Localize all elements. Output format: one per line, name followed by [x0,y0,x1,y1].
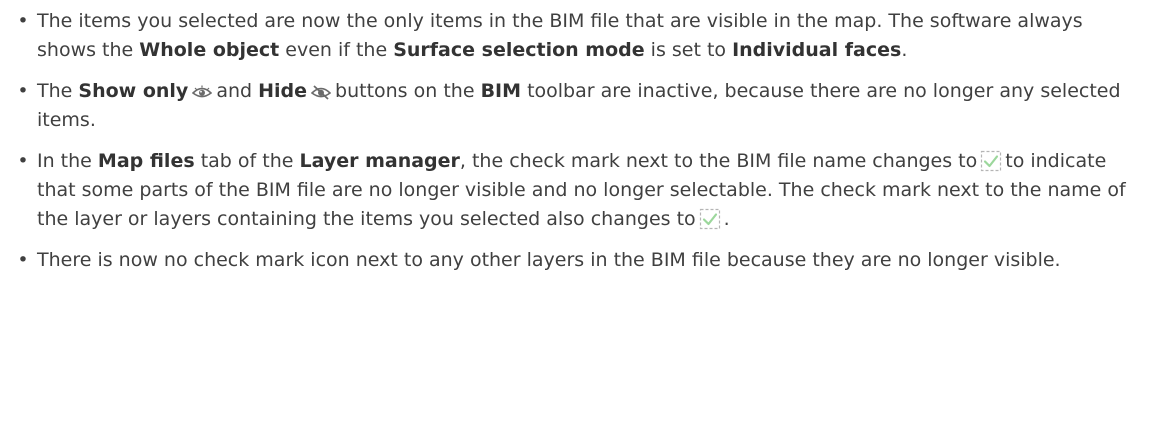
bullet-text: There is now no check mark icon next to … [37,249,1061,271]
bold-term: Layer manager [299,150,460,172]
text-run: . [723,208,730,230]
bullet-dot: • [17,10,29,32]
bullet-dot: • [17,249,29,271]
bold-term: Whole object [139,39,280,61]
bullet-item: • There is now no check mark icon next to… [16,246,1139,275]
bold-term: Surface selection mode [393,39,645,61]
bullet-text: In the Map files tab of the Layer manage… [37,150,1126,230]
text-run: even if the [279,39,394,61]
bullet-item: • In the Map files tab of the Layer manag… [16,147,1139,234]
partial-check-icon [981,150,1002,172]
bold-term: Map files [97,150,195,172]
text-run: tab of the [194,150,300,172]
bullet-item: • The items you selected are now the only… [16,7,1139,65]
text-run: is set to [644,39,733,61]
bullet-item: • The Show only and Hide buttons on the BIM… [16,77,1139,135]
hide-eye-icon [311,85,332,100]
bold-term: BIM [480,80,522,102]
partial-check-icon [699,208,720,230]
bold-term: Individual faces [732,39,902,61]
bold-term: Show only [78,80,189,102]
bullet-text: The Show only and Hide buttons on the BIM … [37,80,1121,131]
bullet-dot: • [17,150,29,172]
bullet-text: The items you selected are now the only … [37,10,1083,61]
bullet-list: • The items you selected are now the only… [16,7,1139,275]
text-run: buttons on the [335,80,481,102]
bold-term: Hide [258,80,308,102]
document-page: • The items you selected are now the only… [0,0,1159,442]
text-run: , the check mark next to the BIM file na… [459,150,978,172]
bullet-dot: • [17,80,29,102]
text-run: The [37,80,79,102]
text-run: In the [37,150,98,172]
text-run: There is now no check mark icon next to … [37,249,1061,271]
text-run: . [901,39,908,61]
text-run: and [216,80,259,102]
show-only-eye-icon [192,85,213,98]
